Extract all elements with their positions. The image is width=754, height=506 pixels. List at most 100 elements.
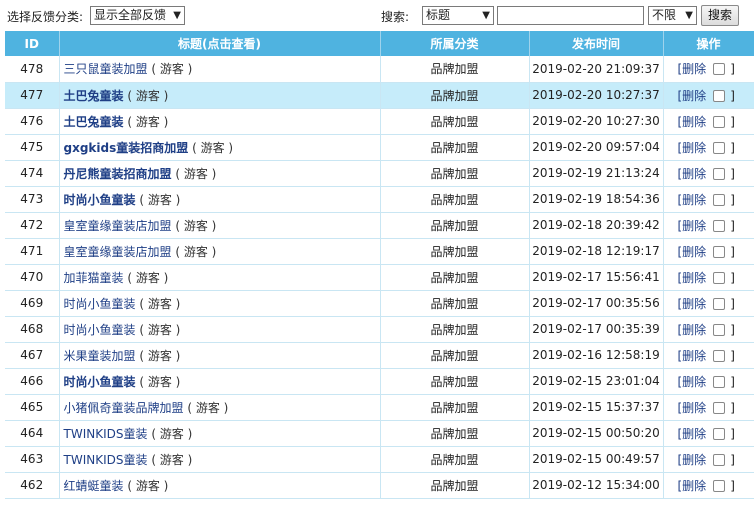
row-title-link[interactable]: 红蜻蜓童装	[64, 479, 124, 493]
delete-link[interactable]: [删除	[678, 89, 707, 103]
delete-link[interactable]: [删除	[678, 349, 707, 363]
row-checkbox[interactable]	[713, 167, 726, 180]
row-title-link[interactable]: 三只鼠童装加盟	[64, 62, 148, 76]
row-checkbox[interactable]	[713, 271, 726, 284]
table-row[interactable]: 478 三只鼠童装加盟 ( 游客 ) 品牌加盟 2019-02-20 21:09:37…	[5, 56, 754, 83]
table-row[interactable]: 469 时尚小鱼童装 ( 游客 ) 品牌加盟 2019-02-17 00:35:56[…	[5, 290, 754, 317]
row-time: 2019-02-18 20:39:42	[529, 212, 664, 239]
delete-link[interactable]: [删除	[678, 141, 707, 155]
row-title-link[interactable]: 加菲猫童装	[64, 271, 124, 285]
row-author: ( 游客 )	[139, 322, 181, 337]
col-header-id[interactable]: ID	[5, 31, 60, 56]
row-checkbox[interactable]	[713, 219, 726, 232]
delete-bracket-close: ]	[730, 348, 735, 363]
row-title-link[interactable]: 土巴兔童装	[64, 115, 124, 129]
table-row[interactable]: 477 土巴兔童装 ( 游客 ) 品牌加盟 2019-02-20 10:27:37 [删…	[5, 82, 754, 109]
row-title-link[interactable]: 米果童装加盟	[64, 349, 136, 363]
row-checkbox[interactable]	[713, 245, 726, 258]
table-row[interactable]: 463 TWINKIDS童装 ( 游客 ) 品牌加盟 2019-02-15 00:49…	[5, 446, 754, 473]
row-time: 2019-02-20 10:27:30	[529, 108, 664, 135]
row-actions: [删除]	[663, 290, 754, 317]
row-title-link[interactable]: TWINKIDS童装	[64, 427, 148, 441]
row-checkbox[interactable]	[713, 401, 726, 414]
delete-link[interactable]: [删除	[678, 245, 707, 259]
row-title-link[interactable]: 皇室童缘童装店加盟	[64, 245, 172, 259]
row-title-link[interactable]: 丹尼熊童装招商加盟	[64, 167, 172, 181]
table-row[interactable]: 476 土巴兔童装 ( 游客 ) 品牌加盟 2019-02-20 10:27:30 [删…	[5, 108, 754, 135]
row-title-link[interactable]: 时尚小鱼童装	[64, 323, 136, 337]
row-author: ( 游客 )	[151, 62, 193, 77]
delete-link[interactable]: [删除	[678, 115, 707, 129]
search-field-select[interactable]: 标题 ▼	[422, 6, 494, 25]
delete-link[interactable]: [删除	[678, 401, 707, 415]
row-title-link[interactable]: TWINKIDS童装	[64, 453, 148, 467]
table-row[interactable]: 475 gxgkids童装招商加盟 ( 游客 ) 品牌加盟 2019-02-20 09…	[5, 134, 754, 161]
delete-link[interactable]: [删除	[678, 193, 707, 207]
row-actions: [删除]	[663, 472, 754, 499]
table-row[interactable]: 465 小猪佩奇童装品牌加盟 ( 游客 ) 品牌加盟 2019-02-15 15:37…	[5, 394, 754, 421]
delete-link[interactable]: [删除	[678, 453, 707, 467]
delete-link[interactable]: [删除	[678, 271, 707, 285]
search-input[interactable]	[497, 6, 644, 25]
table-row[interactable]: 467 米果童装加盟 ( 游客 ) 品牌加盟 2019-02-16 12:58:19[…	[5, 342, 754, 369]
row-time: 2019-02-15 00:49:57	[529, 446, 664, 473]
delete-link[interactable]: [删除	[678, 375, 707, 389]
table-row[interactable]: 471 皇室童缘童装店加盟 ( 游客 ) 品牌加盟 2019-02-18 12:19:…	[5, 238, 754, 265]
table-row[interactable]: 466 时尚小鱼童装 ( 游客 ) 品牌加盟 2019-02-15 23:01:04[…	[5, 368, 754, 395]
row-id: 472	[5, 212, 60, 239]
row-checkbox[interactable]	[713, 89, 726, 102]
row-checkbox[interactable]	[713, 323, 726, 336]
delete-link[interactable]: [删除	[678, 62, 707, 76]
row-title-link[interactable]: 皇室童缘童装店加盟	[64, 219, 172, 233]
table-row[interactable]: 474 丹尼熊童装招商加盟 ( 游客 ) 品牌加盟 2019-02-19 21:13:…	[5, 160, 754, 187]
table-row[interactable]: 464 TWINKIDS童装 ( 游客 ) 品牌加盟 2019-02-15 00:50…	[5, 420, 754, 447]
row-title-link[interactable]: 时尚小鱼童装	[64, 375, 136, 389]
delete-bracket-close: ]	[730, 296, 735, 311]
row-time: 2019-02-15 00:50:20	[529, 420, 664, 447]
row-title-link[interactable]: 土巴兔童装	[64, 89, 124, 103]
search-scope-select[interactable]: 不限 ▼	[648, 6, 697, 25]
row-title-cell: 三只鼠童装加盟 ( 游客 )	[59, 56, 381, 83]
col-header-title[interactable]: 标题(点击查看)	[59, 31, 381, 56]
filter-select[interactable]: 显示全部反馈 ▼	[90, 6, 185, 25]
row-title-link[interactable]: gxgkids童装招商加盟	[64, 141, 189, 155]
row-time: 2019-02-15 23:01:04	[529, 368, 664, 395]
row-checkbox[interactable]	[713, 427, 726, 440]
delete-link[interactable]: [删除	[678, 323, 707, 337]
row-time: 2019-02-20 10:27:37	[529, 82, 664, 109]
row-title-cell: 丹尼熊童装招商加盟 ( 游客 )	[59, 160, 381, 187]
table-header-row: ID 标题(点击查看) 所属分类 发布时间 操作	[5, 31, 754, 56]
delete-link[interactable]: [删除	[678, 219, 707, 233]
table-row[interactable]: 472 皇室童缘童装店加盟 ( 游客 ) 品牌加盟 2019-02-18 20:39:…	[5, 212, 754, 239]
row-checkbox[interactable]	[713, 63, 726, 76]
table-row[interactable]: 473 时尚小鱼童装 ( 游客 ) 品牌加盟 2019-02-19 18:54:36[…	[5, 186, 754, 213]
row-title-link[interactable]: 小猪佩奇童装品牌加盟	[64, 401, 184, 415]
row-actions: [删除]	[663, 186, 754, 213]
row-checkbox[interactable]	[713, 115, 726, 128]
delete-link[interactable]: [删除	[678, 427, 707, 441]
search-button[interactable]: 搜索	[701, 5, 739, 26]
table-row[interactable]: 470 加菲猫童装 ( 游客 ) 品牌加盟 2019-02-17 15:56:41 [删…	[5, 264, 754, 291]
row-id: 466	[5, 368, 60, 395]
filter-select-value: 显示全部反馈	[94, 8, 167, 22]
col-header-time[interactable]: 发布时间	[529, 31, 664, 56]
delete-link[interactable]: [删除	[678, 479, 707, 493]
row-checkbox[interactable]	[713, 141, 726, 154]
col-header-category[interactable]: 所属分类	[380, 31, 530, 56]
delete-link[interactable]: [删除	[678, 297, 707, 311]
row-checkbox[interactable]	[713, 453, 726, 466]
row-checkbox[interactable]	[713, 375, 726, 388]
row-title-link[interactable]: 时尚小鱼童装	[64, 297, 136, 311]
row-checkbox[interactable]	[713, 349, 726, 362]
row-checkbox[interactable]	[713, 193, 726, 206]
delete-link[interactable]: [删除	[678, 167, 707, 181]
row-title-link[interactable]: 时尚小鱼童装	[64, 193, 136, 207]
row-checkbox[interactable]	[713, 479, 726, 492]
delete-bracket-close: ]	[730, 166, 735, 181]
table-row[interactable]: 468 时尚小鱼童装 ( 游客 ) 品牌加盟 2019-02-17 00:35:39[…	[5, 316, 754, 343]
row-checkbox[interactable]	[713, 297, 726, 310]
row-id: 470	[5, 264, 60, 291]
table-row[interactable]: 462 红蜻蜓童装 ( 游客 ) 品牌加盟 2019-02-12 15:34:00 [删…	[5, 472, 754, 499]
row-time: 2019-02-19 21:13:24	[529, 160, 664, 187]
row-id: 478	[5, 56, 60, 83]
